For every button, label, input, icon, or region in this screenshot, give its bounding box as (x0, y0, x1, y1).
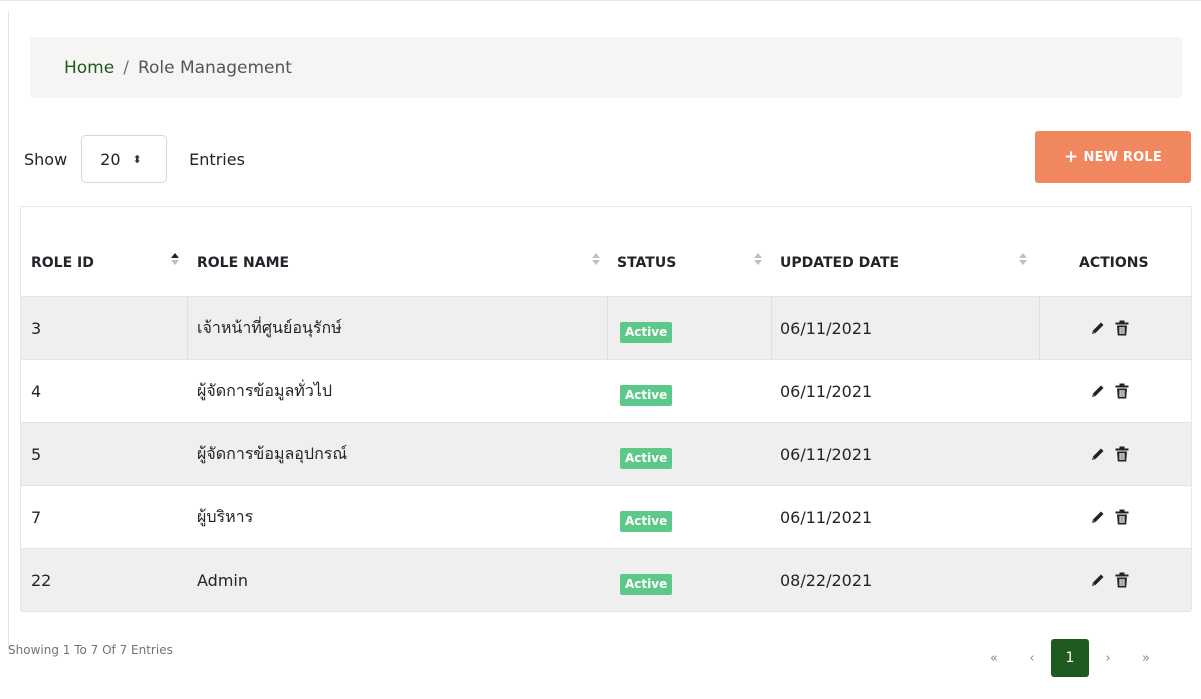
cell-updated-date: 06/11/2021 (780, 381, 873, 401)
content-border (8, 11, 9, 651)
trash-icon[interactable] (1114, 446, 1130, 462)
entries-label: Entries (189, 149, 245, 169)
sort-icon[interactable] (754, 253, 764, 271)
header-role-name[interactable]: ROLE NAME (197, 229, 289, 297)
cell-status: Active (620, 297, 673, 359)
breadcrumb: Home / Role Management (30, 37, 1182, 98)
next-page-button[interactable]: › (1089, 639, 1127, 677)
header-actions-label: ACTIONS (1079, 255, 1149, 271)
cell-status: Active (620, 423, 673, 485)
cell-role-id: 22 (31, 570, 52, 590)
trash-icon[interactable] (1114, 509, 1130, 525)
new-role-label: NEW ROLE (1083, 149, 1162, 165)
entries-select[interactable]: 20 ⬍ (81, 135, 168, 183)
table-info: Showing 1 To 7 Of 7 Entries (8, 643, 173, 657)
cell-actions (1090, 486, 1130, 548)
table-row: 7 ผู้บริหาร Active 06/11/2021 (21, 486, 1191, 549)
table-body: 3 เจ้าหน้าที่ศูนย์อนุรักษ์ Active 06/11/… (21, 297, 1191, 612)
plus-icon: + (1064, 147, 1079, 167)
cell-role-name: Admin (197, 570, 248, 590)
page: Home / Role Management Show 20 ⬍ Entries… (0, 0, 1201, 699)
header-status-label: STATUS (617, 255, 677, 271)
status-badge: Active (620, 510, 673, 532)
table-row: 3 เจ้าหน้าที่ศูนย์อนุรักษ์ Active 06/11/… (21, 297, 1191, 360)
cell-role-name: ผู้จัดการข้อมูลอุปกรณ์ (197, 443, 348, 463)
table-row: 4 ผู้จัดการข้อมูลทั่วไป Active 06/11/202… (21, 360, 1191, 423)
table-row: 5 ผู้จัดการข้อมูลอุปกรณ์ Active 06/11/20… (21, 423, 1191, 486)
breadcrumb-current: Role Management (137, 57, 292, 78)
cell-role-name: ผู้บริหาร (197, 506, 254, 526)
cell-status: Active (620, 360, 673, 422)
entries-control: Show 20 ⬍ Entries (24, 135, 245, 183)
cell-actions (1090, 297, 1130, 359)
last-page-button[interactable]: » (1127, 639, 1165, 677)
new-role-button[interactable]: + NEW ROLE (1035, 131, 1191, 183)
table-row: 22 Admin Active 08/22/2021 (21, 549, 1191, 612)
breadcrumb-separator: / (123, 57, 129, 78)
cell-actions (1090, 360, 1130, 422)
status-badge: Active (620, 573, 673, 595)
cell-updated-date: 06/11/2021 (780, 444, 873, 464)
cell-actions (1090, 423, 1130, 485)
header-role-id-label: ROLE ID (31, 255, 94, 271)
sort-icon[interactable] (592, 253, 602, 271)
cell-role-name: เจ้าหน้าที่ศูนย์อนุรักษ์ (197, 317, 342, 337)
pencil-icon[interactable] (1090, 383, 1106, 399)
pencil-icon[interactable] (1090, 572, 1106, 588)
header-role-id[interactable]: ROLE ID (31, 229, 94, 297)
pagination: « ‹ 1 › » (975, 639, 1165, 677)
first-page-button[interactable]: « (975, 639, 1013, 677)
cell-status: Active (620, 486, 673, 548)
header-updated-date-label: UPDATED DATE (780, 255, 900, 271)
show-label: Show (24, 149, 68, 169)
status-badge: Active (620, 384, 673, 406)
cell-role-id: 3 (31, 318, 42, 338)
header-updated-date[interactable]: UPDATED DATE (780, 229, 899, 297)
status-badge: Active (620, 321, 673, 343)
trash-icon[interactable] (1114, 320, 1130, 336)
pencil-icon[interactable] (1090, 446, 1106, 462)
page-1-button[interactable]: 1 (1051, 639, 1089, 677)
cell-updated-date: 06/11/2021 (780, 507, 873, 527)
cell-updated-date: 06/11/2021 (780, 318, 873, 338)
pencil-icon[interactable] (1090, 509, 1106, 525)
sort-icon[interactable] (171, 253, 181, 271)
cell-role-name: ผู้จัดการข้อมูลทั่วไป (197, 380, 333, 400)
roles-table: ROLE ID ROLE NAME STATUS UPDATED DATE AC… (20, 206, 1192, 612)
pencil-icon[interactable] (1090, 320, 1106, 336)
header-actions: ACTIONS (1079, 229, 1149, 297)
breadcrumb-home-link[interactable]: Home (64, 58, 114, 78)
prev-page-button[interactable]: ‹ (1013, 639, 1051, 677)
cell-role-id: 4 (31, 381, 42, 401)
header-status[interactable]: STATUS (617, 229, 676, 297)
table-header: ROLE ID ROLE NAME STATUS UPDATED DATE AC… (21, 229, 1191, 297)
trash-icon[interactable] (1114, 383, 1130, 399)
cell-status: Active (620, 549, 673, 611)
sort-icon[interactable] (1019, 253, 1029, 271)
updown-chevron-icon: ⬍ (132, 152, 142, 166)
cell-role-id: 5 (31, 444, 42, 464)
header-role-name-label: ROLE NAME (197, 255, 290, 271)
cell-updated-date: 08/22/2021 (780, 570, 873, 590)
trash-icon[interactable] (1114, 572, 1130, 588)
cell-actions (1090, 549, 1130, 611)
status-badge: Active (620, 447, 673, 469)
entries-select-value: 20 (100, 149, 121, 169)
cell-role-id: 7 (31, 507, 42, 527)
